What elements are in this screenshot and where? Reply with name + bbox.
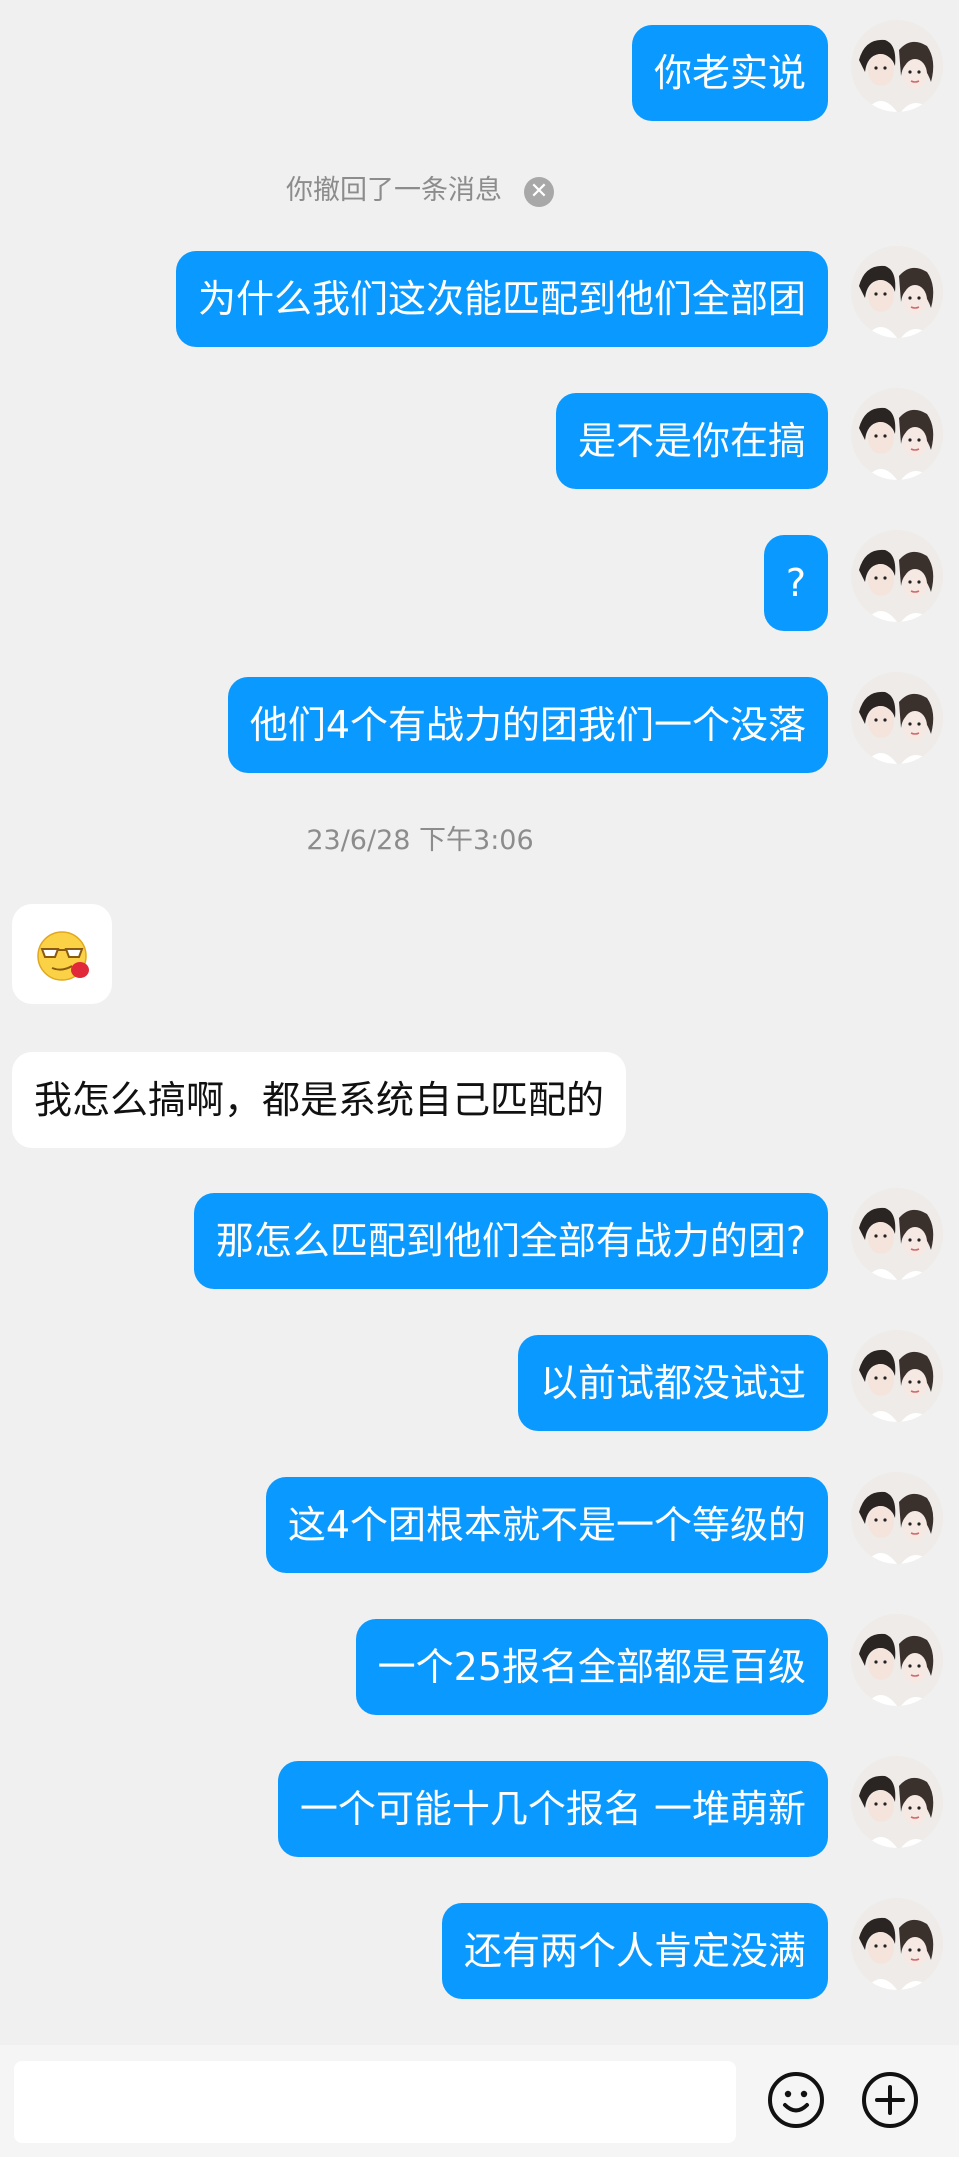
avatar-image: [851, 672, 943, 764]
avatar-image: [851, 20, 943, 112]
sunglasses-tongue-emoji: [37, 931, 89, 981]
avatar-image: [851, 1756, 943, 1848]
system-notice: 你撤回了一条消息 ✕: [0, 168, 840, 207]
smiley-icon: [768, 2072, 824, 2128]
avatar-image: [851, 530, 943, 622]
message-bubble-sent[interactable]: 那怎么匹配到他们全部有战力的团?: [193, 1193, 828, 1289]
avatar-image: [851, 1188, 943, 1280]
avatar[interactable]: [851, 1614, 943, 1706]
message-bubble-sent[interactable]: 是不是你在搞: [555, 393, 828, 489]
avatar[interactable]: [851, 246, 943, 338]
avatar[interactable]: [851, 20, 943, 112]
message-bubble-sent[interactable]: 他们4个有战力的团我们一个没落: [227, 677, 828, 773]
chat-area: 你老实说 你撤回了一条消息 ✕ 为什么我们这次能匹配到他们全部团 是不是你在搞 ?…: [0, 0, 959, 2045]
avatar[interactable]: [851, 1898, 943, 1990]
plus-circle-icon: [862, 2072, 918, 2128]
message-bubble-sent[interactable]: 你老实说: [631, 25, 828, 121]
message-bubble-sent[interactable]: ?: [763, 535, 828, 631]
avatar-image: [851, 1614, 943, 1706]
avatar[interactable]: [851, 1472, 943, 1564]
message-bubble-received[interactable]: [12, 904, 112, 1004]
avatar[interactable]: [851, 1756, 943, 1848]
recall-notice-text: 你撤回了一条消息: [286, 175, 502, 206]
message-bubble-sent[interactable]: 还有两个人肯定没满: [441, 1903, 828, 1999]
avatar[interactable]: [851, 1188, 943, 1280]
input-bar: [0, 2045, 959, 2157]
message-bubble-received[interactable]: 我怎么搞啊，都是系统自己匹配的: [12, 1052, 627, 1148]
message-bubble-sent[interactable]: 一个可能十几个报名 一堆萌新: [277, 1761, 828, 1857]
avatar-image: [851, 1898, 943, 1990]
close-icon[interactable]: ✕: [524, 176, 554, 207]
avatar[interactable]: [851, 530, 943, 622]
more-button[interactable]: [859, 2069, 921, 2131]
avatar[interactable]: [851, 388, 943, 480]
message-input[interactable]: [14, 2061, 736, 2143]
avatar[interactable]: [851, 1330, 943, 1422]
avatar-image: [851, 1330, 943, 1422]
avatar-image: [851, 1472, 943, 1564]
avatar-image: [851, 388, 943, 480]
timestamp: 23/6/28 下午3:06: [306, 825, 534, 856]
message-bubble-sent[interactable]: 一个25报名全部都是百级: [355, 1619, 828, 1715]
avatar-image: [851, 246, 943, 338]
emoji-button[interactable]: [765, 2069, 827, 2131]
message-bubble-sent[interactable]: 为什么我们这次能匹配到他们全部团: [175, 251, 828, 347]
message-bubble-sent[interactable]: 以前试都没试过: [517, 1335, 828, 1431]
avatar[interactable]: [851, 672, 943, 764]
message-bubble-sent[interactable]: 这4个团根本就不是一个等级的: [265, 1477, 828, 1573]
